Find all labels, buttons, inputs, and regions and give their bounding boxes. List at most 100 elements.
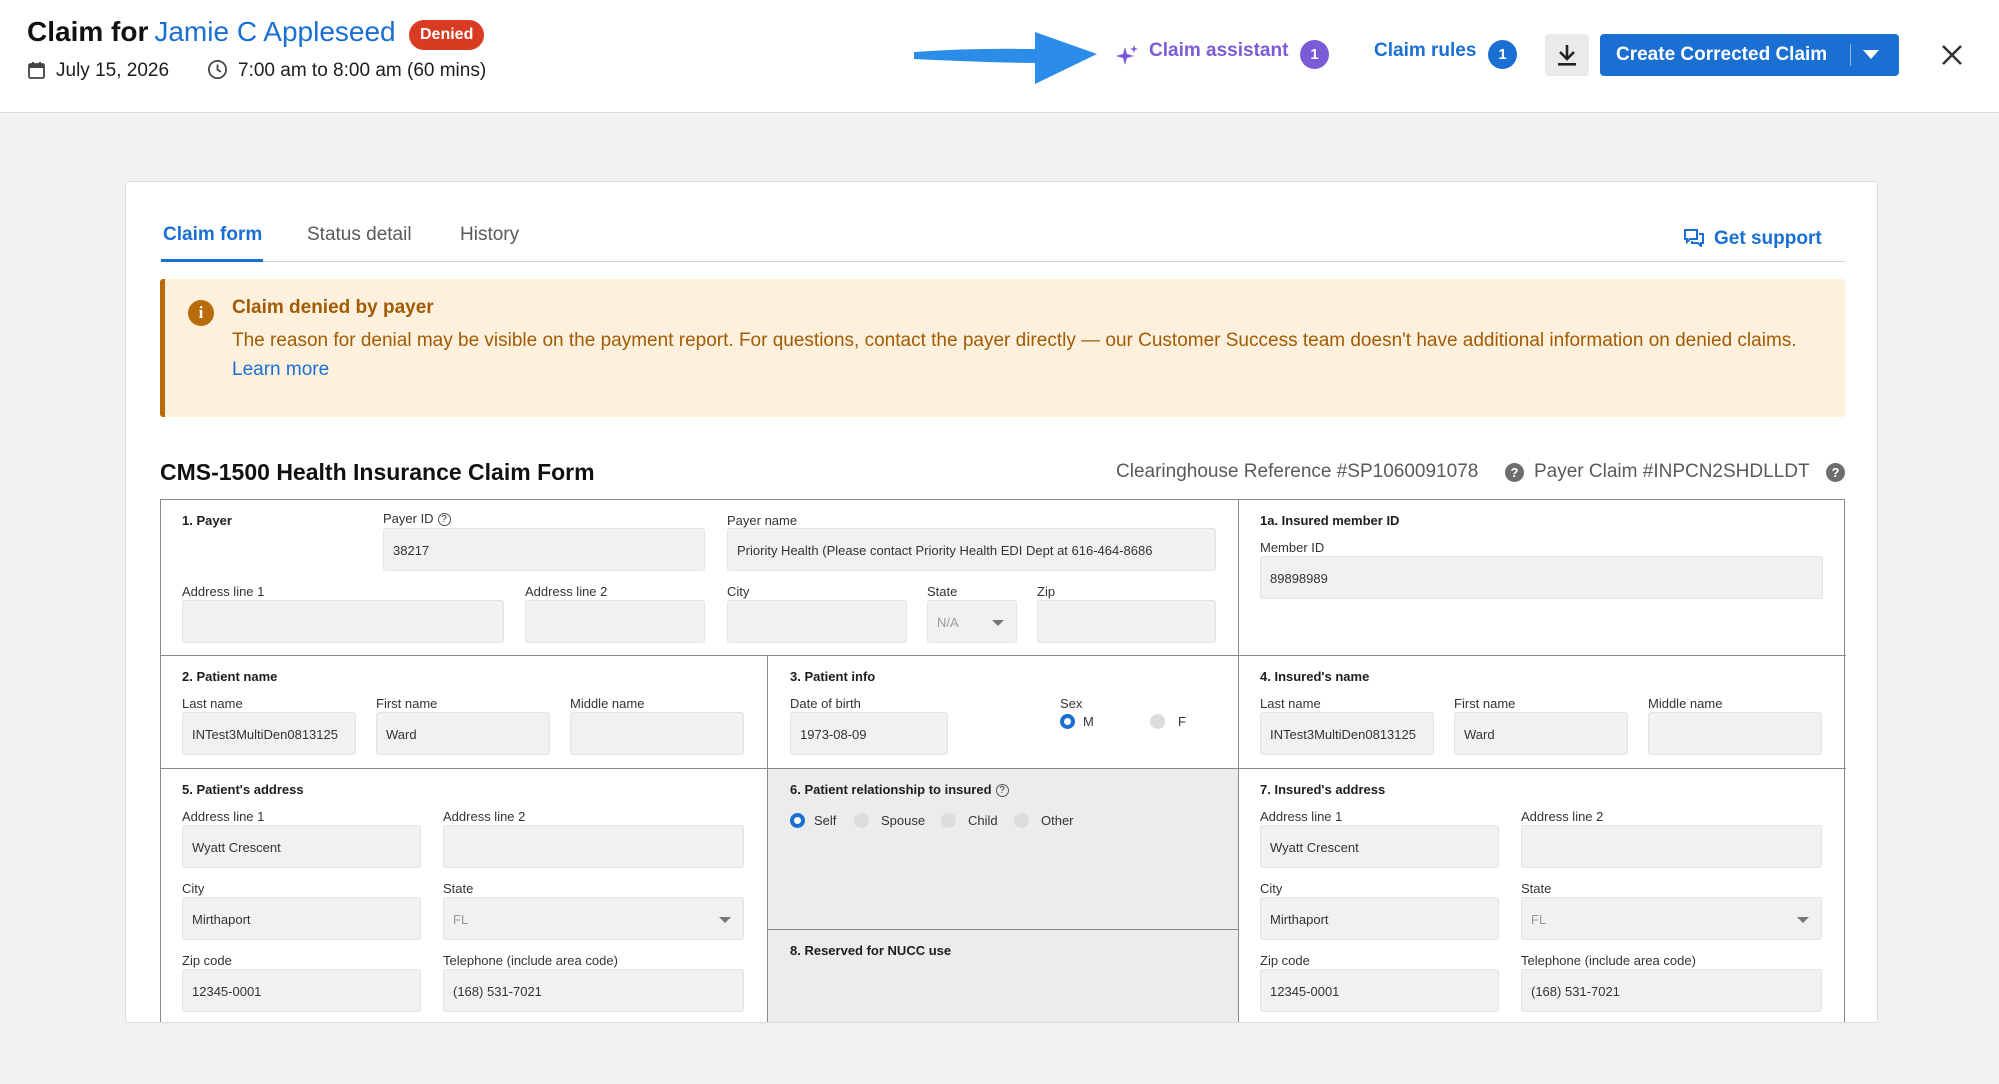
section-patient-name: 2. Patient name Last name INTest3MultiDe… <box>161 656 768 769</box>
middle-name-label: Middle name <box>570 696 645 711</box>
insured-telephone-field[interactable]: (168) 531-7021 <box>1521 969 1822 1012</box>
insured-state-select[interactable]: FL <box>1521 897 1822 940</box>
insured-middle-name-field[interactable] <box>1648 712 1822 755</box>
appointment-time: 7:00 am to 8:00 am (60 mins) <box>207 58 486 84</box>
download-icon <box>1558 45 1576 66</box>
date-of-birth-field[interactable]: 1973-08-09 <box>790 712 948 755</box>
address1-label: Address line 1 <box>182 809 265 824</box>
learn-more-link[interactable]: Learn more <box>232 359 329 380</box>
chevron-down-icon <box>992 620 1004 626</box>
close-icon[interactable] <box>1940 43 1964 67</box>
patient-first-name-field[interactable]: Ward <box>376 712 550 755</box>
section-heading-text: 6. Patient relationship to insured <box>790 782 992 797</box>
tab-claim-form[interactable]: Claim form <box>163 224 262 246</box>
header-bar: Claim for Jamie C Appleseed Denied July 1… <box>0 0 1999 113</box>
tab-status-detail[interactable]: Status detail <box>307 224 412 246</box>
payer-zip-field[interactable] <box>1037 600 1216 643</box>
sex-m-label: M <box>1083 714 1094 729</box>
patient-address2-field[interactable] <box>443 825 744 868</box>
download-button[interactable] <box>1545 34 1589 76</box>
claim-card: Claim form Status detail History Get sup… <box>125 181 1878 1023</box>
telephone-label: Telephone (include area code) <box>443 953 618 968</box>
claim-rules-count: 1 <box>1488 40 1517 69</box>
help-icon[interactable]: ? <box>1505 463 1524 482</box>
sex-f-radio[interactable] <box>1150 714 1165 729</box>
telephone-label: Telephone (include area code) <box>1521 953 1696 968</box>
insured-last-name-field[interactable]: INTest3MultiDen0813125 <box>1260 712 1434 755</box>
last-name-label: Last name <box>182 696 243 711</box>
claim-form-grid: 1. Payer Payer ID? 38217 Payer name Prio… <box>160 499 1846 1022</box>
tab-history[interactable]: History <box>460 224 519 246</box>
address1-label: Address line 1 <box>182 584 265 599</box>
address2-label: Address line 2 <box>525 584 608 599</box>
alert-body: The reason for denial may be visible on … <box>232 326 1832 384</box>
relationship-child-radio[interactable] <box>941 813 956 828</box>
clearinghouse-reference: Clearinghouse Reference #SP1060091078 <box>1116 461 1479 482</box>
insured-zip-field[interactable]: 12345-0001 <box>1260 969 1499 1012</box>
dob-label: Date of birth <box>790 696 861 711</box>
member-id-field[interactable]: 89898989 <box>1260 556 1823 599</box>
info-icon[interactable]: ? <box>995 784 1009 797</box>
relationship-spouse-radio[interactable] <box>854 813 869 828</box>
payer-name-label: Payer name <box>727 513 798 528</box>
payer-city-field[interactable] <box>727 600 907 643</box>
payer-address1-field[interactable] <box>182 600 504 643</box>
page-title: Claim for Jamie C Appleseed <box>27 16 396 48</box>
patient-state-select[interactable]: FL <box>443 897 744 940</box>
sex-m-radio[interactable] <box>1060 714 1075 729</box>
patient-address1-field[interactable]: Wyatt Crescent <box>182 825 421 868</box>
info-icon[interactable]: ? <box>437 513 451 526</box>
sex-label: Sex <box>1060 696 1083 711</box>
patient-name-link[interactable]: Jamie C Appleseed <box>154 16 395 47</box>
patient-middle-name-field[interactable] <box>570 712 744 755</box>
zip-code-label: Zip code <box>182 953 232 968</box>
section-reserved-nucc: 8. Reserved for NUCC use <box>768 930 1239 1022</box>
patient-last-name-field[interactable]: INTest3MultiDen0813125 <box>182 712 356 755</box>
active-tab-indicator <box>161 259 263 262</box>
section-heading: 7. Insured's address <box>1260 782 1386 797</box>
form-title: CMS-1500 Health Insurance Claim Form <box>160 459 595 485</box>
payer-id-field[interactable]: 38217 <box>383 528 705 571</box>
claim-assistant-button[interactable]: Claim assistant <box>1149 40 1288 62</box>
relationship-other-label: Other <box>1041 813 1074 828</box>
insured-first-name-field[interactable]: Ward <box>1454 712 1628 755</box>
state-value: FL <box>453 912 469 927</box>
split-divider <box>1850 44 1851 66</box>
get-support-label: Get support <box>1714 228 1822 249</box>
first-name-label: First name <box>1454 696 1516 711</box>
clock-icon <box>207 59 228 80</box>
get-support-link[interactable]: Get support <box>1684 228 1822 250</box>
section-insured-address: 7. Insured's address Address line 1 Wyat… <box>1239 769 1846 1022</box>
address2-label: Address line 2 <box>443 809 526 824</box>
state-label: State <box>927 584 958 599</box>
zip-label: Zip <box>1037 584 1056 599</box>
city-label: City <box>727 584 750 599</box>
city-label: City <box>1260 881 1283 896</box>
payer-claim-number: Payer Claim #INPCN2SHDLLDT <box>1534 461 1810 482</box>
relationship-self-radio[interactable] <box>790 813 805 828</box>
payer-address2-field[interactable] <box>525 600 705 643</box>
insured-address2-field[interactable] <box>1521 825 1822 868</box>
payer-state-select[interactable]: N/A <box>927 600 1017 643</box>
city-label: City <box>182 881 205 896</box>
payer-name-field[interactable]: Priority Health (Please contact Priority… <box>727 528 1216 571</box>
claim-rules-button[interactable]: Claim rules <box>1374 40 1476 62</box>
section-insured-member-id: 1a. Insured member ID Member ID 89898989 <box>1239 500 1846 656</box>
patient-zip-field[interactable]: 12345-0001 <box>182 969 421 1012</box>
relationship-other-radio[interactable] <box>1014 813 1029 828</box>
title-prefix: Claim for <box>27 16 149 47</box>
section-heading: 2. Patient name <box>182 669 278 684</box>
alert-body-text: The reason for denial may be visible on … <box>232 330 1797 351</box>
patient-city-field[interactable]: Mirthaport <box>182 897 421 940</box>
chevron-down-icon <box>1797 917 1809 923</box>
chevron-down-icon[interactable] <box>1863 50 1879 59</box>
help-icon[interactable]: ? <box>1826 463 1845 482</box>
payer-id-label: Payer ID? <box>383 511 451 526</box>
insured-address1-field[interactable]: Wyatt Crescent <box>1260 825 1499 868</box>
create-corrected-claim-button[interactable]: Create Corrected Claim <box>1600 34 1899 76</box>
section-patient-relationship: 6. Patient relationship to insured? Self… <box>768 769 1239 930</box>
relationship-spouse-label: Spouse <box>881 813 926 828</box>
patient-telephone-field[interactable]: (168) 531-7021 <box>443 969 744 1012</box>
insured-city-field[interactable]: Mirthaport <box>1260 897 1499 940</box>
section-heading: 1a. Insured member ID <box>1260 513 1400 528</box>
